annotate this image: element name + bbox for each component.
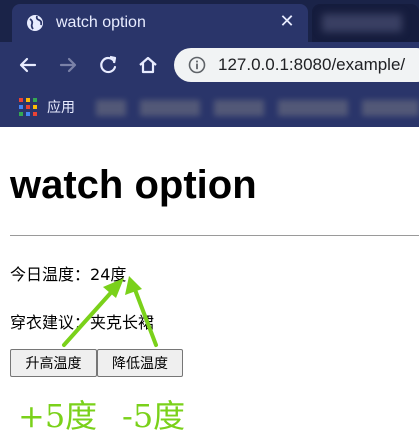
tab-active[interactable]: watch option ✕ (12, 4, 308, 42)
temperature-value: 24 (90, 265, 111, 284)
advice-row: 穿衣建议：夹克长裙 (10, 309, 154, 333)
info-icon[interactable] (188, 56, 206, 74)
increase-temperature-button[interactable]: 升高温度 (10, 349, 97, 377)
reload-icon[interactable] (93, 50, 123, 80)
apps-icon[interactable] (19, 98, 37, 116)
divider (10, 235, 419, 236)
forward-icon[interactable] (53, 50, 83, 80)
advice-value: 夹克长裙 (90, 313, 155, 332)
toolbar: 127.0.0.1:8080/example/ (0, 42, 419, 88)
advice-label: 穿衣建议： (10, 313, 91, 332)
browser-chrome: watch option ✕ 127.0.0.1:8080/example/ 应… (0, 0, 419, 127)
globe-icon (27, 15, 43, 31)
decrease-annotation: -5度 (122, 397, 186, 435)
tab-title: watch option (56, 14, 146, 31)
url-text: 127.0.0.1:8080/example/ (218, 55, 406, 74)
address-bar[interactable]: 127.0.0.1:8080/example/ (174, 48, 419, 82)
page-title: watch option (10, 163, 257, 207)
close-icon[interactable]: ✕ (276, 11, 298, 33)
tab-inactive[interactable] (312, 4, 419, 42)
blurred-tab-title (322, 14, 402, 32)
page-content: watch option 今日温度：24度 穿衣建议：夹克长裙 升高温度 降低温… (0, 127, 419, 445)
tab-bar: watch option ✕ (0, 0, 419, 42)
temperature-row: 今日温度：24度 (10, 261, 126, 285)
blurred-bookmarks (96, 100, 419, 116)
bookmarks-bar: 应用 (0, 88, 419, 127)
temperature-unit: 度 (110, 265, 127, 284)
back-icon[interactable] (13, 50, 43, 80)
arrowhead-right (125, 276, 142, 295)
decrease-temperature-button[interactable]: 降低温度 (97, 349, 183, 377)
home-icon[interactable] (133, 50, 163, 80)
apps-label[interactable]: 应用 (47, 97, 75, 117)
increase-annotation: +5度 (18, 397, 98, 435)
temperature-label: 今日温度： (10, 265, 91, 284)
